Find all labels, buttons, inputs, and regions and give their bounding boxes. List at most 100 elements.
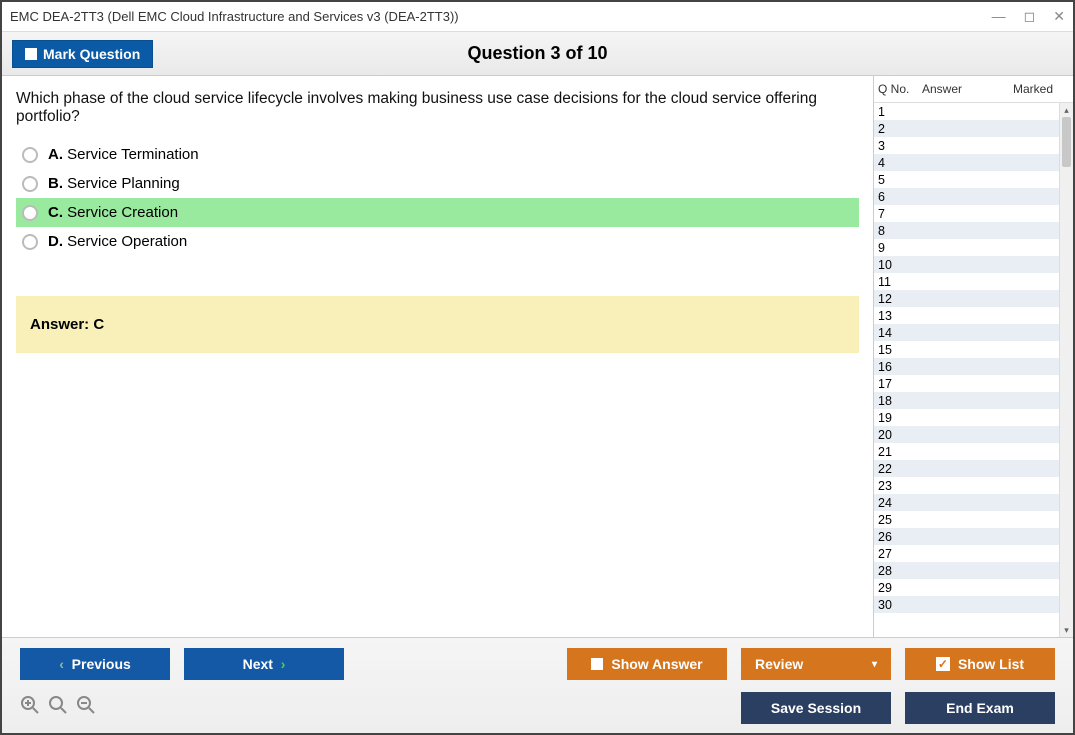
row-number: 6 <box>878 190 922 204</box>
row-number: 9 <box>878 241 922 255</box>
window-controls: — ◻ ✕ <box>992 8 1065 25</box>
row-number: 17 <box>878 377 922 391</box>
row-number: 25 <box>878 513 922 527</box>
list-row[interactable]: 13 <box>874 307 1059 324</box>
list-row[interactable]: 14 <box>874 324 1059 341</box>
checked-icon: ✓ <box>936 657 950 671</box>
col-qno: Q No. <box>878 82 922 96</box>
show-list-button[interactable]: ✓ Show List <box>905 648 1055 680</box>
list-row[interactable]: 12 <box>874 290 1059 307</box>
option-label: B. Service Planning <box>48 175 180 192</box>
next-button[interactable]: Next › <box>184 648 344 680</box>
row-number: 3 <box>878 139 922 153</box>
list-row[interactable]: 10 <box>874 256 1059 273</box>
close-icon[interactable]: ✕ <box>1053 8 1065 25</box>
list-row[interactable]: 26 <box>874 528 1059 545</box>
list-body: 1234567891011121314151617181920212223242… <box>874 103 1073 637</box>
list-row[interactable]: 8 <box>874 222 1059 239</box>
list-row[interactable]: 19 <box>874 409 1059 426</box>
list-rows[interactable]: 1234567891011121314151617181920212223242… <box>874 103 1059 637</box>
list-row[interactable]: 28 <box>874 562 1059 579</box>
chevron-right-icon: › <box>281 656 286 672</box>
end-exam-button[interactable]: End Exam <box>905 692 1055 724</box>
zoom-in-icon[interactable] <box>48 695 68 721</box>
list-row[interactable]: 30 <box>874 596 1059 613</box>
row-number: 26 <box>878 530 922 544</box>
list-row[interactable]: 15 <box>874 341 1059 358</box>
row-number: 19 <box>878 411 922 425</box>
list-header: Q No. Answer Marked <box>874 76 1073 103</box>
save-session-button[interactable]: Save Session <box>741 692 891 724</box>
radio-icon[interactable] <box>22 176 38 192</box>
list-row[interactable]: 1 <box>874 103 1059 120</box>
scroll-down-icon[interactable]: ▾ <box>1060 623 1073 637</box>
list-row[interactable]: 11 <box>874 273 1059 290</box>
mark-question-button[interactable]: Mark Question <box>12 40 153 68</box>
list-row[interactable]: 2 <box>874 120 1059 137</box>
zoom-out-icon[interactable] <box>76 695 96 721</box>
option-a[interactable]: A. Service Termination <box>16 140 859 169</box>
col-marked: Marked <box>1013 82 1069 96</box>
list-row[interactable]: 4 <box>874 154 1059 171</box>
show-answer-label: Show Answer <box>611 656 702 672</box>
list-row[interactable]: 24 <box>874 494 1059 511</box>
list-row[interactable]: 21 <box>874 443 1059 460</box>
question-text: Which phase of the cloud service lifecyc… <box>16 90 859 126</box>
row-number: 2 <box>878 122 922 136</box>
zoom-controls <box>20 695 96 721</box>
content-area: Which phase of the cloud service lifecyc… <box>2 76 1073 637</box>
row-number: 4 <box>878 156 922 170</box>
radio-icon[interactable] <box>22 205 38 221</box>
radio-icon[interactable] <box>22 234 38 250</box>
minimize-icon[interactable]: — <box>992 8 1006 25</box>
previous-label: Previous <box>72 656 131 672</box>
row-number: 21 <box>878 445 922 459</box>
option-d[interactable]: D. Service Operation <box>16 227 859 256</box>
list-row[interactable]: 16 <box>874 358 1059 375</box>
row-number: 15 <box>878 343 922 357</box>
list-row[interactable]: 23 <box>874 477 1059 494</box>
options-list: A. Service Termination B. Service Plannin… <box>16 140 859 256</box>
list-row[interactable]: 17 <box>874 375 1059 392</box>
option-label: D. Service Operation <box>48 233 187 250</box>
list-row[interactable]: 25 <box>874 511 1059 528</box>
row-number: 24 <box>878 496 922 510</box>
row-number: 14 <box>878 326 922 340</box>
save-session-label: Save Session <box>771 700 861 716</box>
scroll-track[interactable] <box>1060 117 1073 623</box>
list-row[interactable]: 18 <box>874 392 1059 409</box>
review-label: Review <box>755 656 803 672</box>
option-label: A. Service Termination <box>48 146 199 163</box>
radio-icon[interactable] <box>22 147 38 163</box>
chevron-down-icon: ▾ <box>872 659 877 670</box>
show-answer-button[interactable]: Show Answer <box>567 648 727 680</box>
scrollbar[interactable]: ▴ ▾ <box>1059 103 1073 637</box>
row-number: 18 <box>878 394 922 408</box>
checkbox-icon <box>591 658 603 670</box>
scroll-up-icon[interactable]: ▴ <box>1060 103 1073 117</box>
option-b[interactable]: B. Service Planning <box>16 169 859 198</box>
row-number: 11 <box>878 275 922 289</box>
maximize-icon[interactable]: ◻ <box>1024 8 1036 25</box>
list-row[interactable]: 5 <box>874 171 1059 188</box>
row-number: 23 <box>878 479 922 493</box>
row-number: 27 <box>878 547 922 561</box>
row-number: 22 <box>878 462 922 476</box>
question-list-panel: Q No. Answer Marked 12345678910111213141… <box>873 76 1073 637</box>
review-button[interactable]: Review ▾ <box>741 648 891 680</box>
list-row[interactable]: 3 <box>874 137 1059 154</box>
zoom-reset-icon[interactable] <box>20 695 40 721</box>
list-row[interactable]: 7 <box>874 205 1059 222</box>
option-label: C. Service Creation <box>48 204 178 221</box>
option-c[interactable]: C. Service Creation <box>16 198 859 227</box>
question-panel: Which phase of the cloud service lifecyc… <box>2 76 873 637</box>
show-list-label: Show List <box>958 656 1024 672</box>
previous-button[interactable]: ‹ Previous <box>20 648 170 680</box>
scroll-thumb[interactable] <box>1062 117 1071 167</box>
list-row[interactable]: 27 <box>874 545 1059 562</box>
list-row[interactable]: 22 <box>874 460 1059 477</box>
list-row[interactable]: 29 <box>874 579 1059 596</box>
list-row[interactable]: 9 <box>874 239 1059 256</box>
list-row[interactable]: 6 <box>874 188 1059 205</box>
list-row[interactable]: 20 <box>874 426 1059 443</box>
